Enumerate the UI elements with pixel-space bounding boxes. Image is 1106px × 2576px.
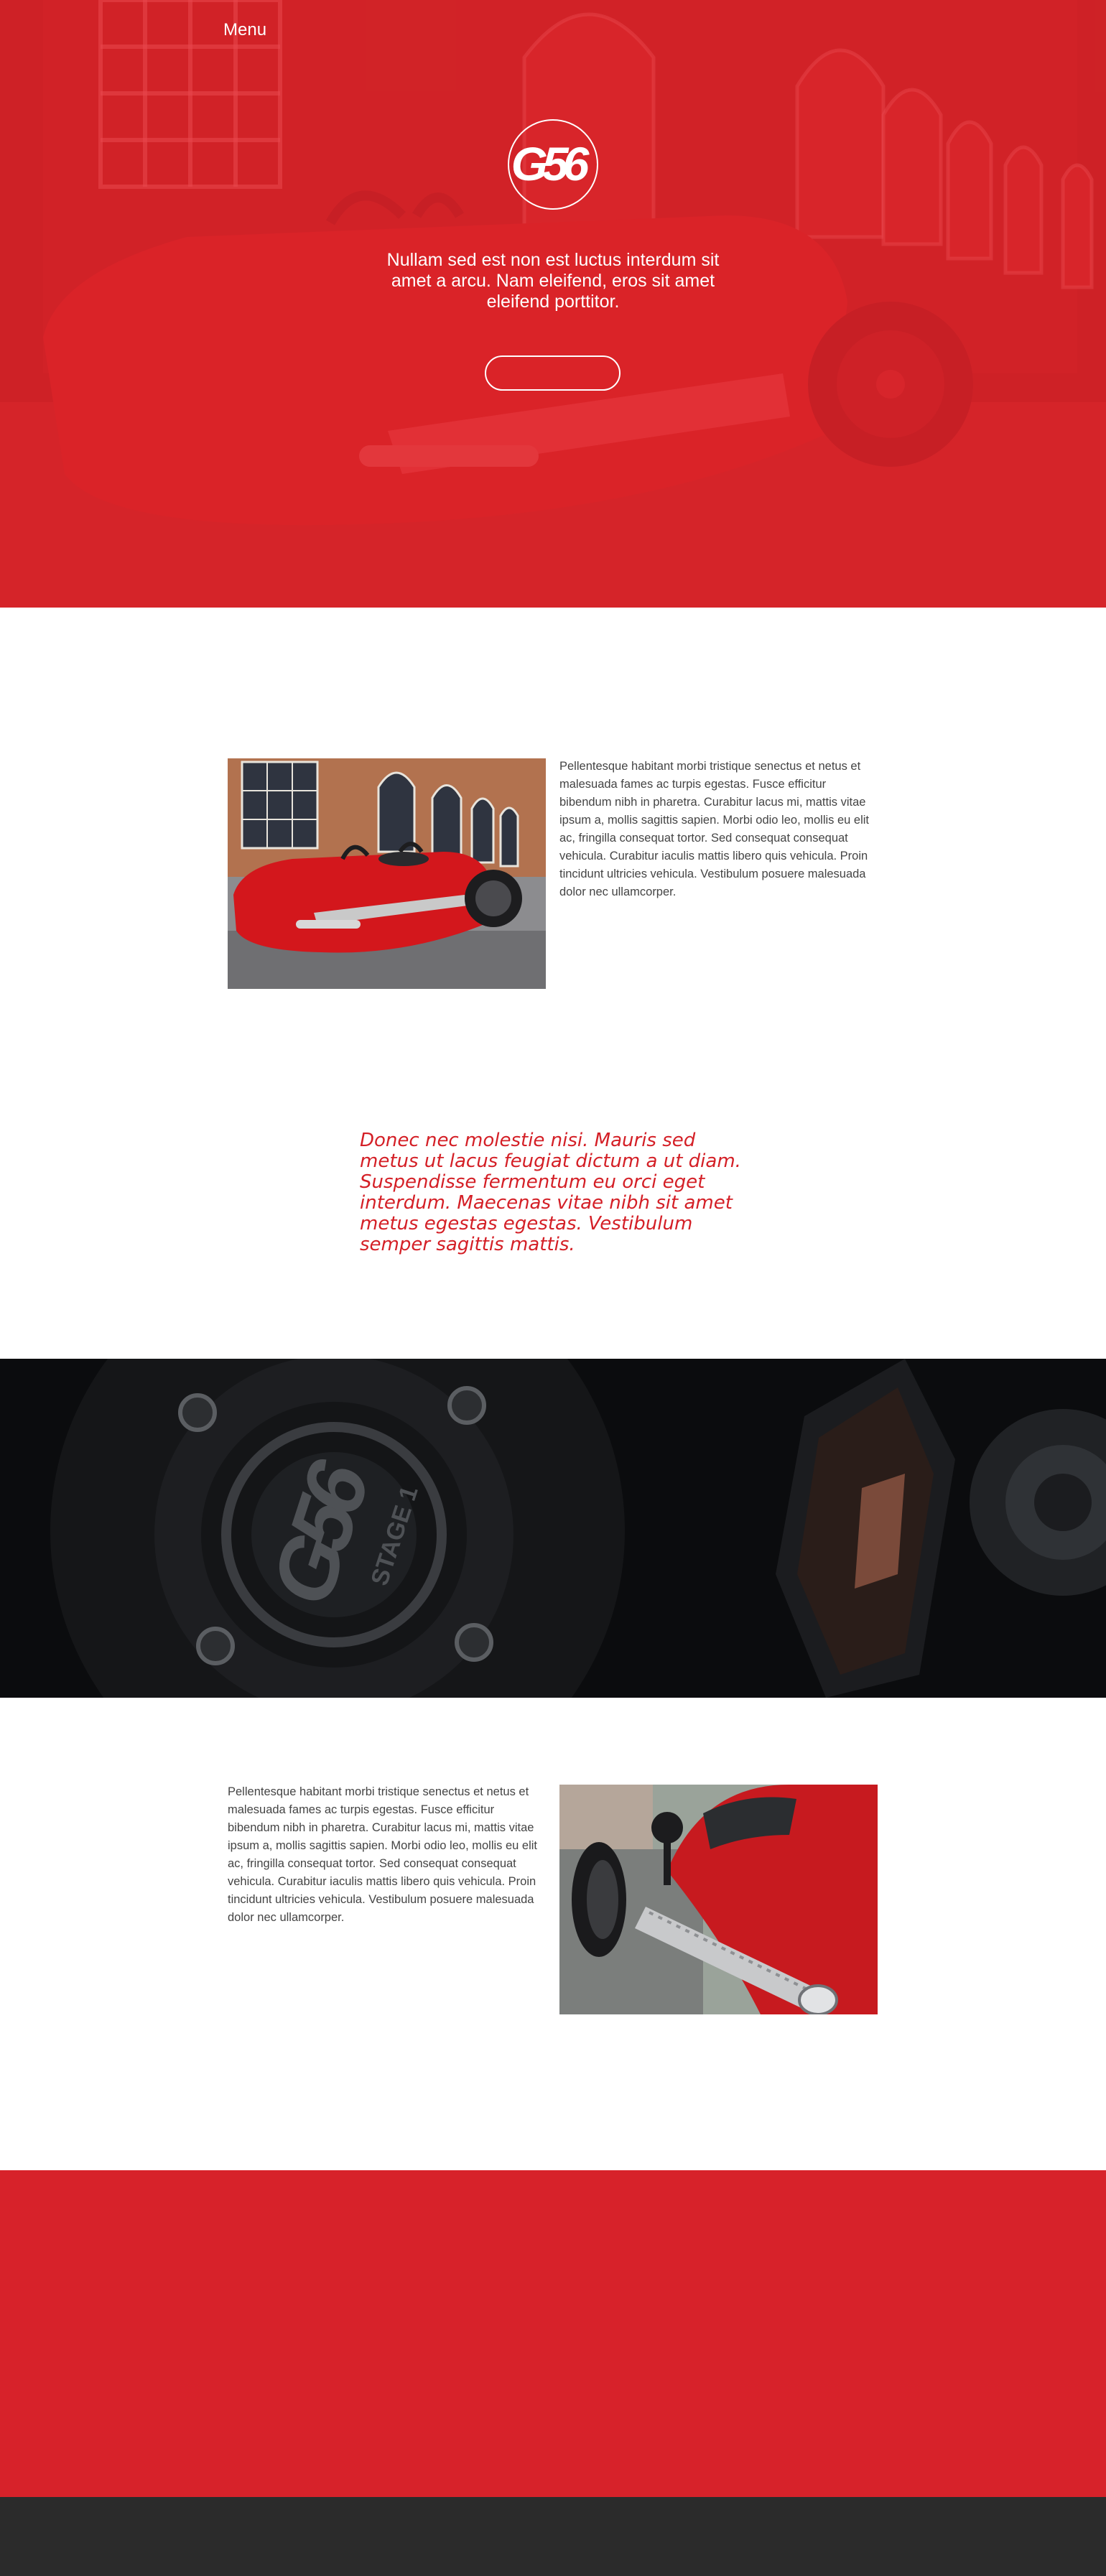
pull-quote: Donec nec molestie nisi. Mauris sed metu… xyxy=(360,1130,741,1255)
red-car-photo xyxy=(228,758,546,989)
hero-tagline: Nullam sed est non est luctus interdum s… xyxy=(386,250,720,312)
exhaust-photo xyxy=(559,1785,878,2014)
engine-photo-band: G56 STAGE 1 xyxy=(0,1359,1106,1698)
menu-link[interactable]: Menu xyxy=(223,20,266,40)
g56-logo-text: G56 xyxy=(511,137,590,190)
footer xyxy=(0,2497,1106,2576)
g56-logo: G56 xyxy=(508,119,598,210)
intro-paragraph: Pellentesque habitant morbi tristique se… xyxy=(559,760,870,898)
detail-paragraph: Pellentesque habitant morbi tristique se… xyxy=(228,1785,538,1924)
engine-cover-photo: G56 STAGE 1 xyxy=(0,1359,1106,1698)
hero-cta-button[interactable] xyxy=(485,355,621,391)
red-band-section xyxy=(0,2170,1106,2497)
hero-section: Menu G56 Nullam sed est non est luctus i… xyxy=(0,0,1106,608)
